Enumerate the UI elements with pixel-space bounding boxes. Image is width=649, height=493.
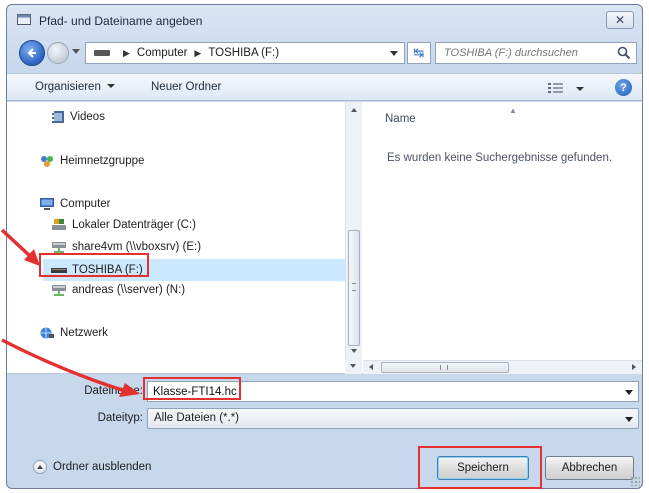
address-dropdown-icon[interactable] — [390, 51, 398, 56]
drive-icon — [94, 50, 110, 56]
usb-drive-icon — [51, 268, 67, 273]
new-folder-button[interactable]: Neuer Ordner — [151, 81, 221, 93]
local-disk-icon — [52, 219, 66, 230]
videos-icon — [52, 111, 64, 123]
recent-locations-dropdown-icon[interactable] — [72, 49, 80, 54]
filetype-value: Alle Dateien (*.*) — [154, 412, 240, 424]
chevron-down-icon — [625, 417, 633, 422]
nav-item-label: andreas (\\server) (N:) — [72, 284, 186, 296]
nav-item-local-disk[interactable]: Lokaler Datenträger (C:) — [51, 218, 196, 232]
file-list-hscrollbar[interactable] — [363, 360, 642, 374]
nav-item-computer[interactable]: Computer — [39, 197, 111, 211]
navigation-pane: Videos Heimnetzgruppe Computer Lokaler D… — [7, 102, 345, 360]
filetype-label: Dateityp: — [97, 412, 143, 424]
chevron-up-icon — [33, 460, 47, 474]
scroll-right-icon[interactable] — [632, 364, 636, 370]
window-title: Pfad- und Dateiname angeben — [39, 14, 203, 28]
save-dialog-window: Pfad- und Dateiname angeben ✕ ▶ Computer… — [6, 4, 643, 489]
arrow-left-icon — [27, 48, 36, 58]
scroll-left-icon[interactable] — [369, 364, 373, 370]
refresh-icon: ↹ — [413, 45, 425, 60]
search-box[interactable] — [435, 42, 637, 64]
save-button[interactable]: Speichern — [437, 456, 529, 480]
scroll-up-icon[interactable] — [351, 108, 357, 112]
breadcrumb-toshiba[interactable]: TOSHIBA (F:) — [208, 47, 279, 59]
nav-item-homegroup[interactable]: Heimnetzgruppe — [39, 154, 144, 168]
nav-item-label: share4vm (\\vboxsrv) (E:) — [72, 241, 202, 253]
command-bar: Organisieren Neuer Ordner ? — [7, 73, 642, 101]
refresh-button[interactable]: ↹ — [407, 42, 431, 64]
column-header-name[interactable]: Name — [385, 113, 416, 125]
filename-input[interactable] — [150, 383, 245, 400]
back-button[interactable] — [19, 40, 45, 66]
scroll-down-icon[interactable] — [351, 349, 357, 353]
sort-indicator-icon: ▲ — [509, 106, 517, 115]
filetype-select[interactable]: Alle Dateien (*.*) — [147, 408, 639, 429]
forward-button[interactable] — [47, 42, 69, 64]
search-icon[interactable] — [617, 46, 631, 60]
filename-combobox[interactable] — [147, 381, 639, 402]
nav-item-label: Heimnetzgruppe — [60, 155, 145, 167]
title-bar: Pfad- und Dateiname angeben ✕ — [7, 5, 642, 35]
organize-label: Organisieren — [35, 81, 101, 93]
network-icon — [40, 327, 54, 339]
nav-item-label: Lokaler Datenträger (C:) — [72, 219, 196, 231]
filename-label: Dateiname: — [84, 385, 143, 397]
help-icon[interactable]: ? — [615, 79, 632, 96]
navigation-scrollbar[interactable] — [345, 102, 362, 360]
chevron-down-icon — [106, 84, 115, 88]
nav-item-share4vm[interactable]: share4vm (\\vboxsrv) (E:) — [51, 240, 201, 254]
empty-results-message: Es wurden keine Suchergebnisse gefunden. — [387, 152, 613, 164]
view-dropdown-icon[interactable] — [576, 87, 584, 91]
nav-item-label: TOSHIBA (F:) — [72, 264, 143, 276]
network-drive-icon — [52, 242, 66, 253]
network-drive-icon — [52, 285, 66, 296]
nav-item-label: Netzwerk — [60, 327, 108, 339]
address-bar[interactable]: ▶ Computer ▶ TOSHIBA (F:) — [85, 42, 405, 64]
scroll-thumb[interactable] — [348, 230, 360, 346]
scroll-down-icon[interactable] — [350, 364, 356, 368]
breadcrumb-separator-icon[interactable]: ▶ — [194, 48, 201, 59]
nav-item-toshiba-selected[interactable]: TOSHIBA (F:) — [43, 259, 345, 281]
chevron-down-icon[interactable] — [625, 390, 633, 395]
nav-item-label: Computer — [60, 198, 111, 210]
view-options-icon[interactable] — [548, 82, 564, 94]
cancel-button[interactable]: Abbrechen — [545, 456, 634, 480]
nav-item-label: Videos — [70, 111, 105, 123]
nav-item-videos[interactable]: Videos — [51, 110, 105, 124]
close-button[interactable]: ✕ — [606, 11, 634, 29]
search-input[interactable] — [436, 44, 611, 62]
homegroup-icon — [41, 156, 53, 167]
dialog-app-icon — [17, 14, 31, 25]
grip-icon — [352, 283, 356, 291]
resize-grip-icon[interactable] — [630, 476, 640, 486]
hide-folders-label: Ordner ausblenden — [53, 461, 152, 473]
organize-menu-button[interactable]: Organisieren — [35, 81, 115, 93]
breadcrumb-separator-icon[interactable]: ▶ — [123, 48, 130, 59]
address-row: ▶ Computer ▶ TOSHIBA (F:) ↹ — [7, 38, 642, 68]
hscroll-thumb[interactable] — [381, 362, 509, 373]
computer-icon — [40, 198, 54, 210]
browser-area: Videos Heimnetzgruppe Computer Lokaler D… — [7, 102, 642, 374]
file-list-pane[interactable]: ▲ Name Es wurden keine Suchergebnisse ge… — [363, 102, 642, 360]
hide-folders-toggle[interactable]: Ordner ausblenden — [33, 460, 151, 474]
grip-icon — [440, 365, 448, 370]
nav-item-network[interactable]: Netzwerk — [39, 326, 108, 340]
breadcrumb-computer[interactable]: Computer — [137, 47, 188, 59]
nav-item-andreas[interactable]: andreas (\\server) (N:) — [51, 283, 185, 297]
